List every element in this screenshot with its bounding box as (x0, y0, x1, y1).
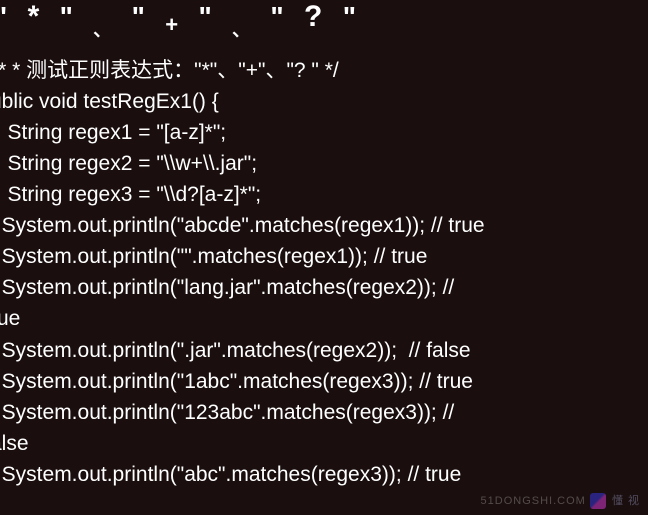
watermark-logo-icon (590, 493, 606, 509)
code-line: System.out.println("abcde".matches(regex… (0, 214, 485, 237)
code-line: System.out.println("abc".matches(regex3)… (0, 463, 461, 486)
code-line: String regex1 = "[a-z]*"; (0, 121, 226, 144)
code-line: String regex2 = "\\w+\\.jar"; (0, 152, 257, 175)
code-block: ** * 测试正则表达式："*"、"+"、"? " */ ublic void … (0, 55, 648, 490)
watermark: 51DONGSHI.COM 懂 视 (481, 493, 640, 509)
code-line: rue (0, 307, 20, 330)
code-line: alse (0, 432, 29, 455)
watermark-site: 51DONGSHI.COM (481, 495, 586, 507)
code-line: System.out.println(".jar".matches(regex2… (0, 339, 471, 362)
code-line: System.out.println("".matches(regex1)); … (0, 245, 427, 268)
code-line: System.out.println("lang.jar".matches(re… (0, 276, 454, 299)
code-line: ** * 测试正则表达式："*"、"+"、"? " */ (0, 59, 339, 82)
code-line: ublic void testRegEx1() { (0, 90, 219, 113)
watermark-brand: 懂 视 (612, 495, 640, 507)
code-line: System.out.println("123abc".matches(rege… (0, 401, 454, 424)
title-quantifiers: " * " 、 " + " 、 " ? " (0, 0, 648, 41)
code-line: String regex3 = "\\d?[a-z]*"; (0, 183, 261, 206)
code-line: System.out.println("1abc".matches(regex3… (0, 370, 473, 393)
